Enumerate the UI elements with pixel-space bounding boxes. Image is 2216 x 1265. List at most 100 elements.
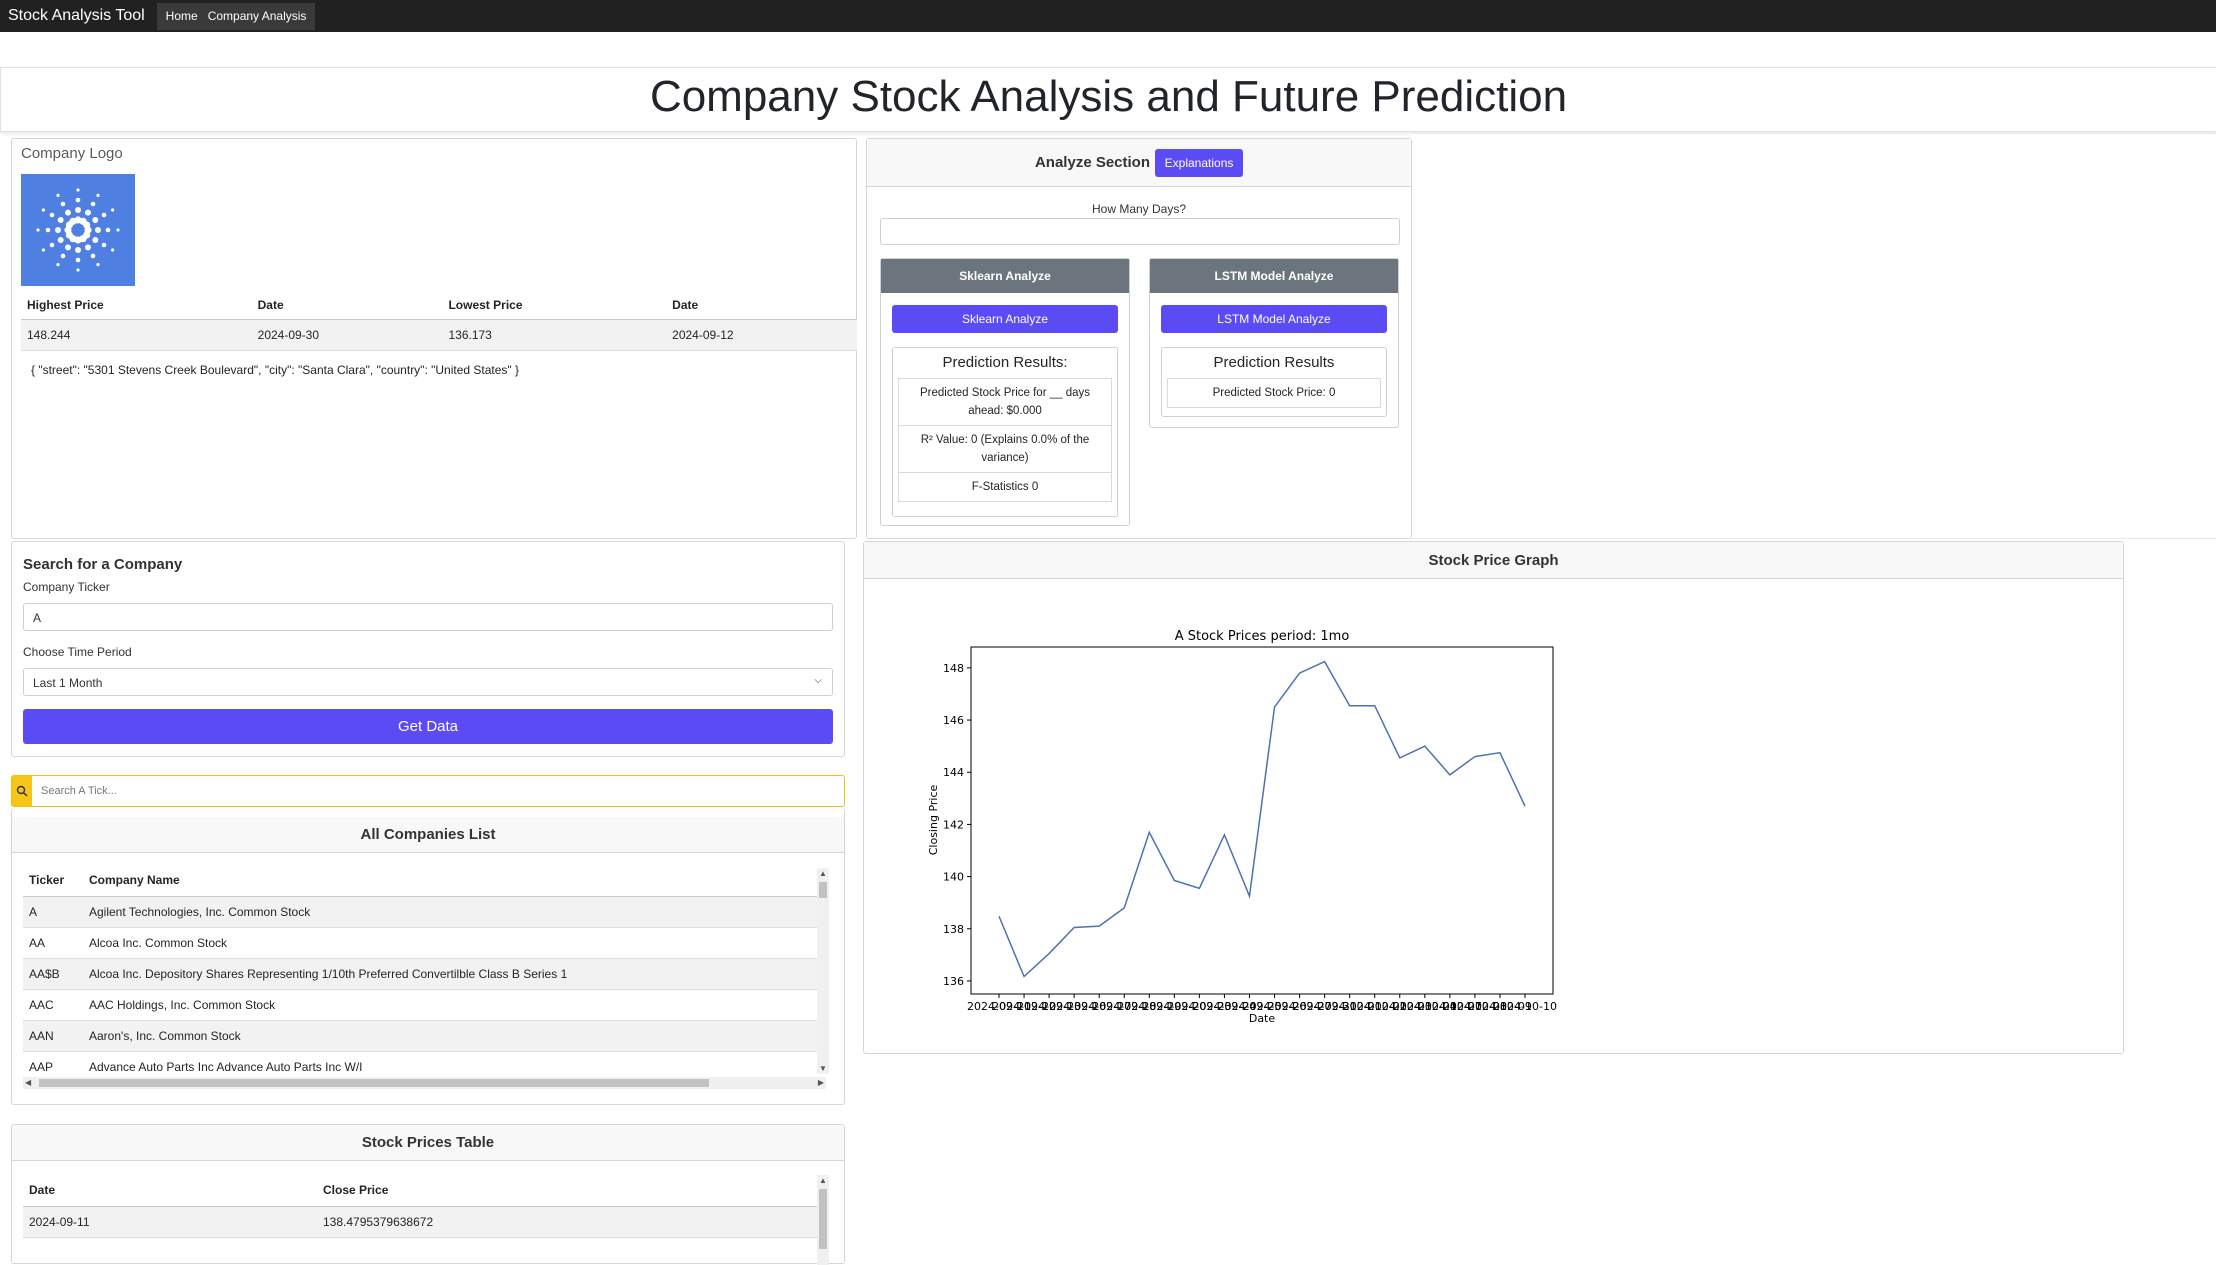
page-header: Company Stock Analysis and Future Predic… — [0, 67, 2216, 132]
logo-dot — [57, 217, 64, 223]
navbar: Stock Analysis Tool Home Company Analysi… — [0, 0, 2216, 32]
date-cell: 2024-09-11 — [23, 1206, 317, 1238]
logo-dot — [105, 227, 111, 233]
close-price-column-header: Close Price — [317, 1175, 826, 1207]
days-input[interactable] — [880, 218, 1400, 245]
sklearn-f-statistics: F-Statistics 0 — [898, 473, 1112, 502]
highest-price-value: 148.244 — [21, 319, 252, 351]
table-row: 148.244 2024-09-30 136.173 2024-09-12 — [21, 319, 857, 351]
x-axis-label: Date — [1249, 1012, 1276, 1025]
lstm-predicted-price: Predicted Stock Price: 0 — [1167, 378, 1381, 408]
price-extremes-table: Highest Price Date Lowest Price Date 148… — [21, 291, 857, 351]
stock-prices-card: Stock Prices Table Date Close Price 2024… — [11, 1124, 845, 1265]
highest-price-header: Highest Price — [21, 291, 252, 320]
logo-dot — [57, 237, 64, 243]
companies-list-card: All Companies List Ticker Company Name A… — [11, 808, 845, 1105]
logo-dot — [75, 257, 81, 263]
logo-dot — [49, 212, 55, 218]
prices-scroll-thumb[interactable] — [819, 1189, 827, 1249]
sklearn-r2-value: R² Value: 0 (Explains 0.0% of the varian… — [898, 426, 1112, 473]
nav-links: Home Company Analysis — [156, 2, 316, 30]
ticker-cell: AAN — [23, 1020, 83, 1052]
companies-vertical-scrollbar[interactable]: ▲ ▼ — [817, 868, 829, 1074]
lstm-analyze-button[interactable]: LSTM Model Analyze — [1161, 305, 1387, 333]
stock-price-chart: A Stock Prices period: 1mo 136 138 140 142 1… — [927, 629, 1557, 1025]
ticker-input[interactable]: A — [23, 603, 833, 631]
x-tick-label: 2024-10-10 — [1493, 1000, 1557, 1013]
sklearn-results-title: Prediction Results: — [942, 354, 1068, 371]
companies-scroll-thumb[interactable] — [819, 882, 827, 898]
table-row[interactable]: A Agilent Technologies, Inc. Common Stock — [23, 896, 826, 928]
sklearn-analyze-button[interactable]: Sklearn Analyze — [892, 305, 1118, 333]
logo-dot — [90, 253, 96, 259]
period-select-value: Last 1 Month — [33, 676, 103, 690]
y-tick-label: 140 — [943, 871, 964, 884]
sklearn-panel: Sklearn Analyze Sklearn Analyze Predicti… — [880, 258, 1130, 526]
logo-dot — [111, 248, 115, 252]
ticker-cell: A — [23, 896, 83, 928]
ticker-search-bar[interactable]: Search A Tick... — [11, 775, 845, 807]
ticker-label: Company Ticker — [23, 580, 110, 594]
lowest-price-value: 136.173 — [442, 319, 667, 351]
lstm-results-title: Prediction Results — [1213, 354, 1335, 371]
lstm-results: Prediction Results Predicted Stock Price… — [1161, 347, 1387, 417]
sklearn-predicted-price: Predicted Stock Price for __ days ahead:… — [898, 378, 1112, 426]
y-axis-label: Closing Price — [927, 785, 940, 856]
analyze-header: Analyze Section Explanations — [867, 139, 1411, 187]
explanations-button[interactable]: Explanations — [1155, 148, 1244, 177]
scroll-down-icon[interactable]: ▼ — [819, 1064, 827, 1073]
company-search-card: Search for a Company Company Ticker A Ch… — [11, 541, 845, 757]
logo-dot — [75, 247, 81, 253]
background-divider — [1412, 133, 2216, 539]
logo-dot — [60, 253, 66, 259]
logo-dot — [49, 242, 55, 248]
logo-dot — [96, 193, 100, 197]
analyze-title: Analyze Section — [1034, 154, 1151, 171]
logo-dot — [45, 227, 51, 233]
get-data-button[interactable]: Get Data — [23, 709, 833, 744]
logo-dot — [101, 212, 107, 218]
lowest-date-value: 2024-09-12 — [666, 319, 857, 351]
table-row[interactable]: AAN Aaron's, Inc. Common Stock — [23, 1020, 826, 1052]
scroll-up-icon[interactable]: ▲ — [819, 869, 827, 878]
companies-horizontal-scrollbar[interactable]: ◀ ▶ — [23, 1077, 826, 1089]
page-title: Company Stock Analysis and Future Predic… — [649, 72, 1568, 121]
logo-dot — [92, 237, 99, 243]
ticker-cell: AAC — [23, 989, 83, 1021]
lowest-price-header: Lowest Price — [442, 291, 667, 320]
table-row[interactable]: AA$B Alcoa Inc. Depository Shares Represe… — [23, 958, 826, 990]
logo-dot — [85, 209, 91, 216]
logo-dot — [41, 208, 45, 212]
logo-dot — [96, 263, 100, 267]
table-row[interactable]: AA Alcoa Inc. Common Stock — [23, 927, 826, 959]
period-select[interactable]: Last 1 Month ⌵ — [23, 668, 833, 696]
table-row[interactable]: AAC AAC Holdings, Inc. Common Stock — [23, 989, 826, 1021]
scroll-left-icon[interactable]: ◀ — [25, 1078, 31, 1087]
logo-dot — [75, 197, 81, 203]
logo-dot — [111, 208, 115, 212]
period-label: Choose Time Period — [23, 645, 132, 659]
logo-dot — [116, 228, 120, 232]
y-tick-label: 148 — [943, 662, 964, 675]
logo-dot — [95, 227, 101, 233]
lstm-panel-header: LSTM Model Analyze — [1150, 259, 1398, 293]
brand-link[interactable]: Stock Analysis Tool — [8, 7, 145, 25]
y-tick-label: 138 — [943, 923, 964, 936]
sklearn-results: Prediction Results: Predicted Stock Pric… — [892, 347, 1118, 517]
nav-home-link[interactable]: Home — [161, 9, 203, 23]
company-name-column-header: Company Name — [83, 865, 826, 897]
search-icon — [12, 776, 32, 806]
nav-company-analysis-link[interactable]: Company Analysis — [203, 9, 312, 23]
companies-hscroll-thumb[interactable] — [39, 1079, 709, 1087]
agilent-spark-logo — [36, 188, 120, 272]
search-title: Search for a Company — [23, 556, 183, 573]
logo-dot — [65, 244, 71, 251]
days-label: How Many Days? — [1091, 202, 1187, 216]
logo-dot — [55, 227, 61, 233]
prices-vertical-scrollbar[interactable]: ▲ — [817, 1175, 829, 1265]
scroll-up-icon[interactable]: ▲ — [819, 1176, 827, 1185]
highest-date-header: Date — [251, 291, 443, 320]
sklearn-panel-header: Sklearn Analyze — [881, 259, 1129, 293]
scroll-right-icon[interactable]: ▶ — [818, 1078, 824, 1087]
logo-dot — [101, 242, 107, 248]
